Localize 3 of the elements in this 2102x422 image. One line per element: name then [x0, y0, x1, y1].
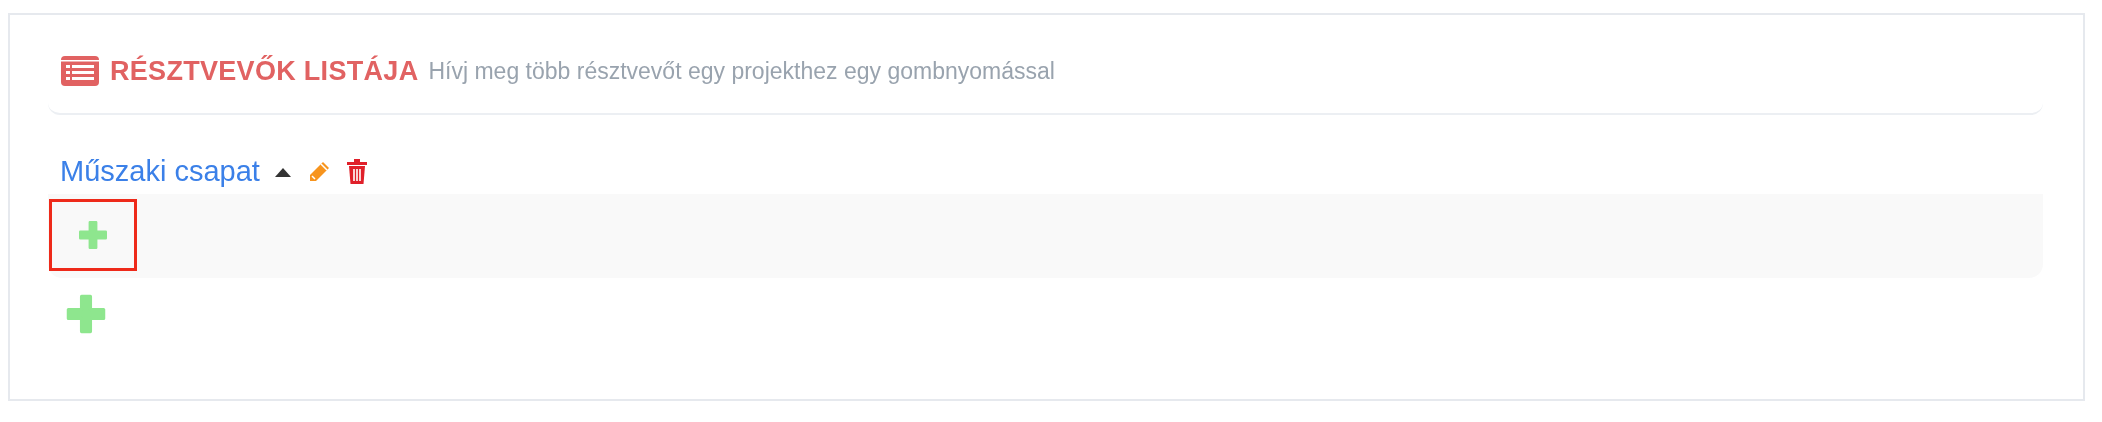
- section-title: RÉSZTVEVŐK LISTÁJA: [110, 55, 419, 87]
- section-subtitle: Hívj meg több résztvevőt egy projekthez egy gombnyomással: [428, 57, 1055, 85]
- group-name[interactable]: Műszaki csapat: [60, 155, 260, 188]
